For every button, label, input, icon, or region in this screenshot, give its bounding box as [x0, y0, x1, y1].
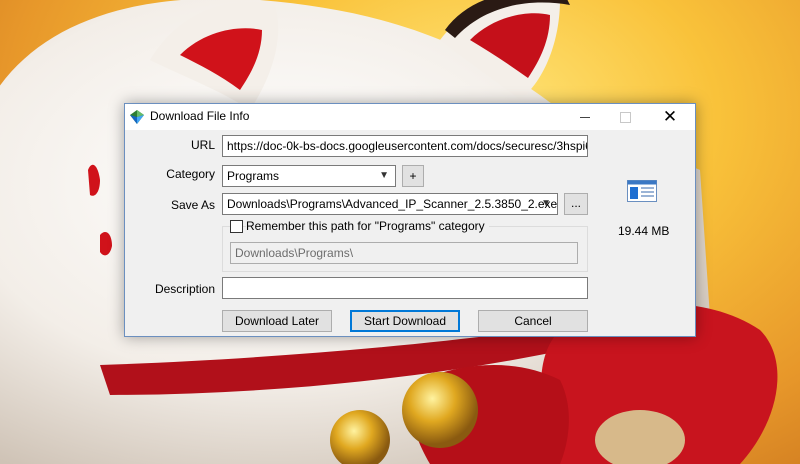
save-as-label: Save As: [170, 198, 215, 212]
description-field[interactable]: [222, 277, 588, 299]
executable-file-icon: [627, 180, 657, 202]
close-icon: ✕: [662, 107, 678, 126]
idm-app-icon: [130, 110, 144, 124]
save-as-dropdown[interactable]: Downloads\Programs\Advanced_IP_Scanner_2…: [222, 193, 558, 215]
category-dropdown[interactable]: Programs ▼: [222, 165, 396, 187]
url-field[interactable]: https://doc-0k-bs-docs.googleusercontent…: [222, 135, 588, 157]
browse-button[interactable]: ...: [564, 193, 588, 215]
cancel-button[interactable]: Cancel: [478, 310, 588, 332]
remember-path-field: Downloads\Programs\: [230, 242, 578, 264]
chevron-down-icon: ▼: [379, 170, 389, 181]
minimize-icon: [580, 117, 590, 118]
download-file-info-dialog: Download File Info ✕ URL https://doc-0k-…: [124, 103, 696, 337]
close-button[interactable]: ✕: [650, 104, 690, 130]
maximize-icon: [620, 112, 631, 123]
remember-path-label: Remember this path for "Programs" catego…: [246, 219, 489, 233]
start-download-button[interactable]: Start Download: [350, 310, 460, 332]
category-value: Programs: [227, 169, 280, 183]
category-label: Category: [166, 167, 215, 181]
description-label: Description: [154, 282, 215, 296]
minimize-button[interactable]: [565, 104, 605, 130]
file-size: 19.44 MB: [618, 224, 670, 238]
chevron-down-icon: ▼: [541, 198, 551, 209]
save-as-value: Downloads\Programs\Advanced_IP_Scanner_2…: [227, 197, 558, 211]
remember-path-checkbox[interactable]: [230, 220, 243, 233]
download-later-button[interactable]: Download Later: [222, 310, 332, 332]
title-bar[interactable]: Download File Info ✕: [125, 104, 695, 130]
window-title: Download File Info: [150, 109, 250, 123]
url-label: URL: [190, 138, 215, 152]
add-category-button[interactable]: +: [402, 165, 424, 187]
maximize-button[interactable]: [605, 104, 645, 130]
